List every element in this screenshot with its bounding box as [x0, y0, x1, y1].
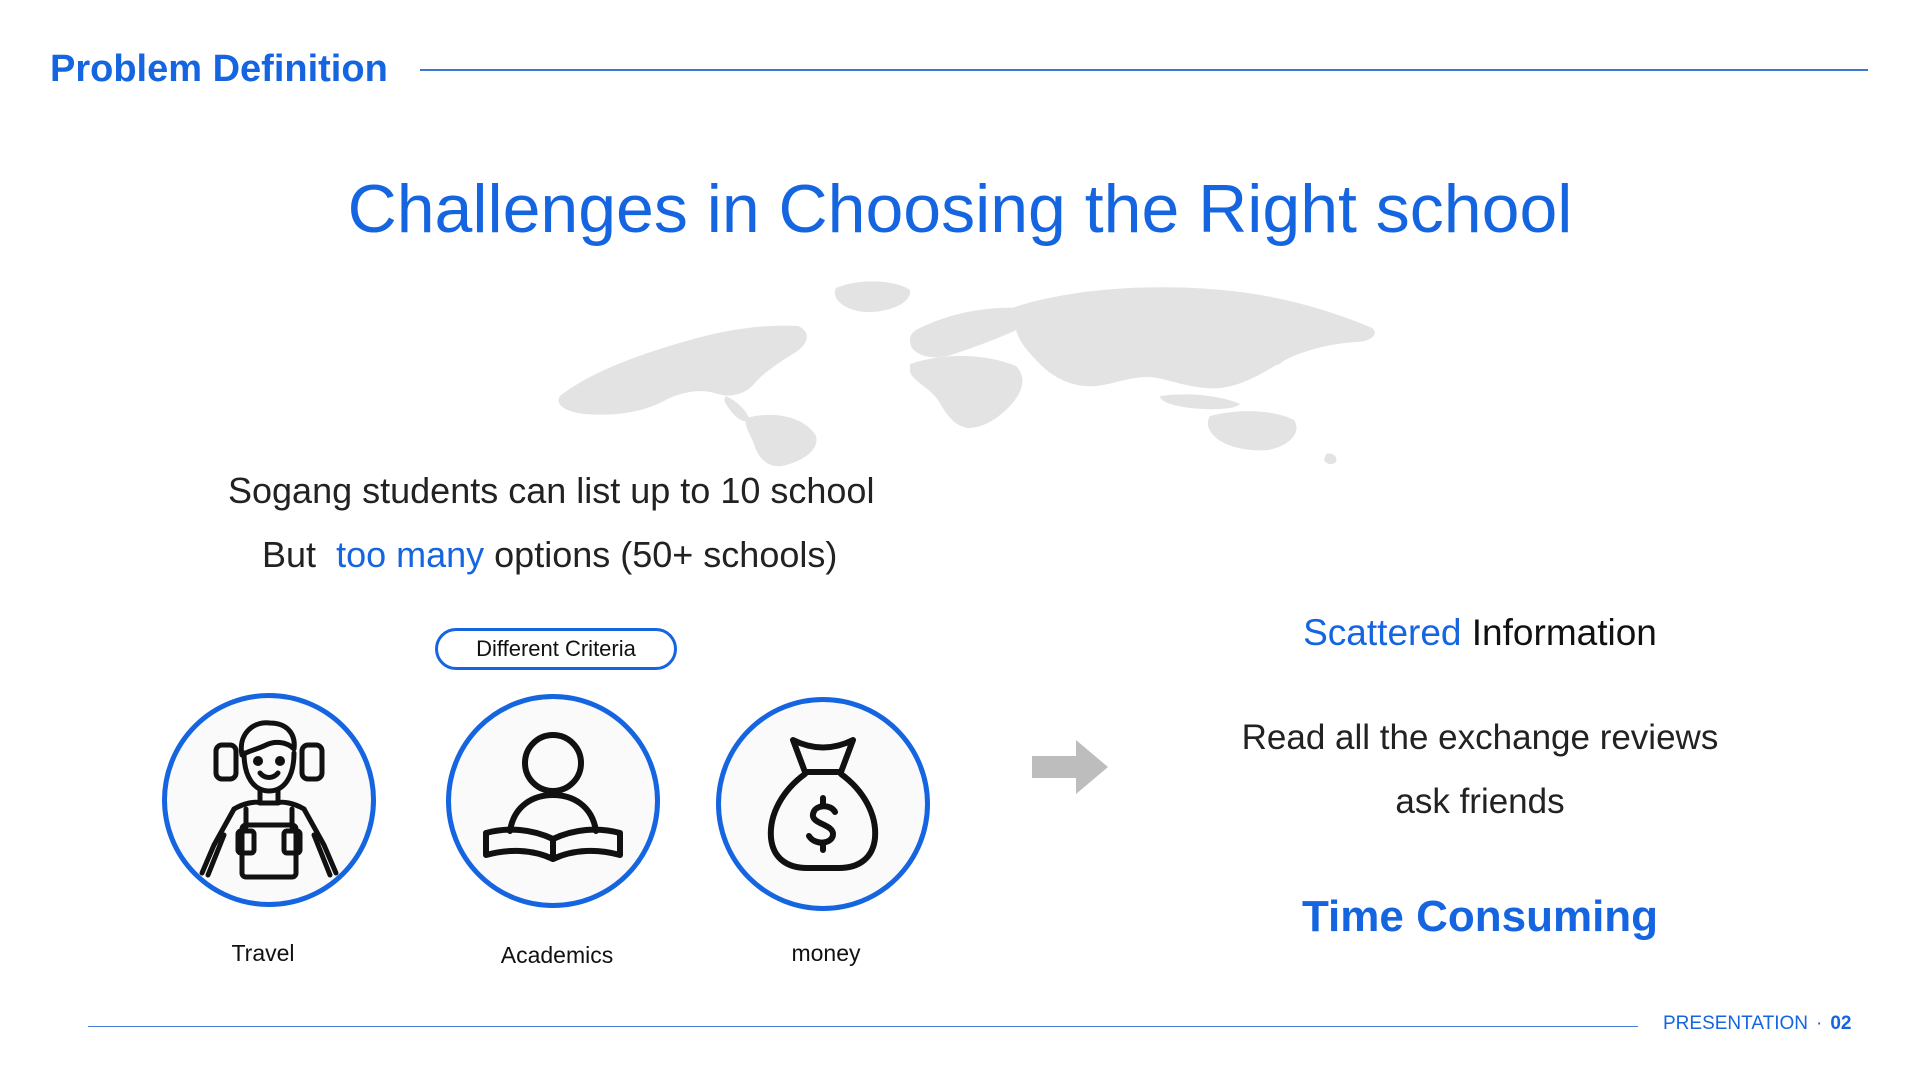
academics-circle [446, 694, 660, 908]
map-central-america [724, 396, 750, 422]
header-divider [420, 69, 1868, 71]
scattered-information: Scattered Information [1180, 612, 1780, 654]
money-bag-dollar-icon [767, 737, 879, 871]
caption-travel: Travel [231, 940, 295, 966]
footer-divider [88, 1026, 1638, 1027]
intro-line-1: Sogang students can list up to 10 school [228, 470, 875, 511]
map-australia [1207, 411, 1297, 451]
travel-circle [162, 693, 376, 907]
map-japan [1268, 346, 1286, 366]
reviews-line-1: Read all the exchange reviews [1241, 718, 1719, 757]
money-circle [716, 697, 930, 911]
map-africa [910, 355, 1023, 428]
traveler-backpack-icon [199, 720, 339, 880]
map-greenland [834, 281, 911, 312]
intro-suffix: options (50+ schools) [494, 534, 838, 575]
scattered-rest: Information [1471, 612, 1657, 653]
section-title: Problem Definition [50, 48, 388, 90]
map-new-zealand [1324, 453, 1337, 465]
footer-presentation: PRESENTATION [1663, 1013, 1808, 1034]
intro-accent: too many [336, 534, 485, 575]
map-south-america [745, 414, 817, 467]
world-map-image [558, 281, 1375, 467]
slide-title: Challenges in Choosing the Right school [347, 171, 1573, 247]
caption-money: money [791, 940, 861, 966]
map-europe [909, 307, 1026, 358]
page-number: 02 [1830, 1013, 1852, 1034]
footer-separator: · [1815, 1013, 1823, 1034]
map-north-america [558, 325, 807, 415]
scattered-accent: Scattered [1303, 612, 1462, 653]
reviews-line-2: ask friends [1395, 782, 1565, 821]
conclusion-time-consuming: Time Consuming [1301, 892, 1659, 941]
person-reading-book-icon [483, 732, 623, 862]
arrow-right-icon [1032, 740, 1108, 794]
map-asia [1010, 287, 1375, 389]
criteria-pill: Different Criteria [435, 628, 677, 670]
caption-academics: Academics [500, 942, 614, 968]
intro-line-2: But too many options (50+ schools) [262, 534, 837, 576]
intro-prefix: But [262, 534, 317, 575]
map-indonesia [1160, 394, 1240, 410]
footer-label: PRESENTATION · 02 [1663, 1013, 1851, 1035]
